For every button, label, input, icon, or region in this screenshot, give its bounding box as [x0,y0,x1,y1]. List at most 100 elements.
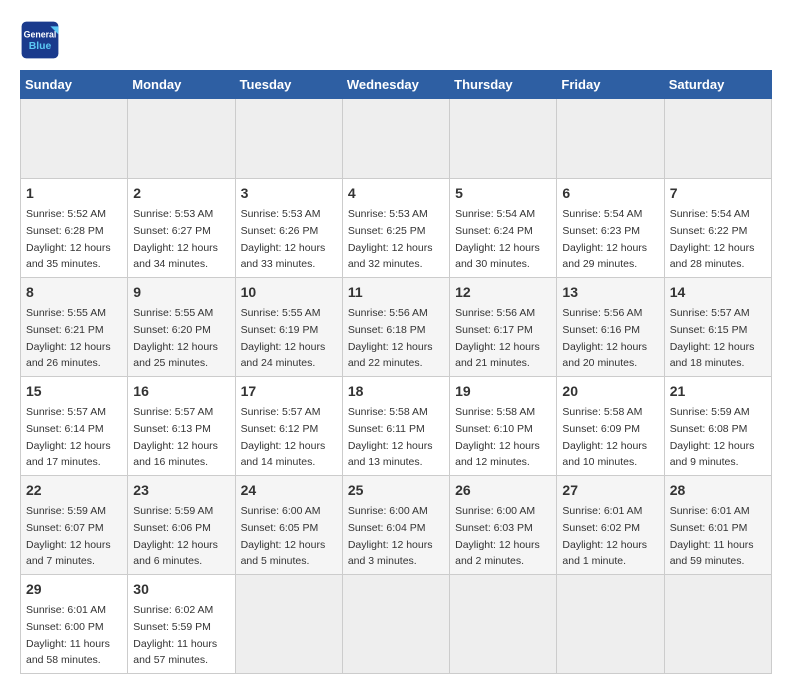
calendar-cell: 8 Sunrise: 5:55 AM Sunset: 6:21 PM Dayli… [21,278,128,377]
calendar-week-6: 29 Sunrise: 6:01 AM Sunset: 6:00 PM Dayl… [21,575,772,674]
logo-icon: General Blue [20,20,60,60]
header-day-saturday: Saturday [664,71,771,99]
daylight-text: Daylight: 12 hours and 34 minutes. [133,242,218,271]
sunset-text: Sunset: 6:17 PM [455,324,533,336]
day-number: 30 [133,579,229,600]
day-number: 9 [133,282,229,303]
header-day-wednesday: Wednesday [342,71,449,99]
day-number: 23 [133,480,229,501]
calendar-week-3: 8 Sunrise: 5:55 AM Sunset: 6:21 PM Dayli… [21,278,772,377]
sunset-text: Sunset: 6:19 PM [241,324,319,336]
sunrise-text: Sunrise: 5:57 AM [670,307,750,319]
daylight-text: Daylight: 12 hours and 1 minute. [562,539,647,568]
sunrise-text: Sunrise: 5:55 AM [241,307,321,319]
sunrise-text: Sunrise: 6:01 AM [26,604,106,616]
calendar-cell: 20 Sunrise: 5:58 AM Sunset: 6:09 PM Dayl… [557,377,664,476]
header-day-friday: Friday [557,71,664,99]
sunset-text: Sunset: 6:24 PM [455,225,533,237]
daylight-text: Daylight: 11 hours and 59 minutes. [670,539,754,568]
day-number: 6 [562,183,658,204]
day-number: 7 [670,183,766,204]
day-number: 4 [348,183,444,204]
day-number: 28 [670,480,766,501]
daylight-text: Daylight: 12 hours and 3 minutes. [348,539,433,568]
daylight-text: Daylight: 12 hours and 6 minutes. [133,539,218,568]
daylight-text: Daylight: 12 hours and 18 minutes. [670,341,755,370]
sunset-text: Sunset: 6:01 PM [670,522,748,534]
daylight-text: Daylight: 11 hours and 57 minutes. [133,638,217,667]
day-number: 18 [348,381,444,402]
calendar-cell: 25 Sunrise: 6:00 AM Sunset: 6:04 PM Dayl… [342,476,449,575]
day-number: 11 [348,282,444,303]
day-number: 21 [670,381,766,402]
day-number: 3 [241,183,337,204]
sunrise-text: Sunrise: 5:56 AM [562,307,642,319]
sunrise-text: Sunrise: 5:53 AM [348,208,428,220]
sunset-text: Sunset: 6:05 PM [241,522,319,534]
sunrise-text: Sunrise: 5:58 AM [562,406,642,418]
calendar-week-1 [21,99,772,179]
header-day-monday: Monday [128,71,235,99]
calendar-cell: 30 Sunrise: 6:02 AM Sunset: 5:59 PM Dayl… [128,575,235,674]
daylight-text: Daylight: 12 hours and 24 minutes. [241,341,326,370]
daylight-text: Daylight: 12 hours and 29 minutes. [562,242,647,271]
sunset-text: Sunset: 6:25 PM [348,225,426,237]
sunset-text: Sunset: 6:11 PM [348,423,425,435]
calendar-cell: 4 Sunrise: 5:53 AM Sunset: 6:25 PM Dayli… [342,179,449,278]
calendar-cell: 7 Sunrise: 5:54 AM Sunset: 6:22 PM Dayli… [664,179,771,278]
calendar-cell: 2 Sunrise: 5:53 AM Sunset: 6:27 PM Dayli… [128,179,235,278]
calendar-cell: 16 Sunrise: 5:57 AM Sunset: 6:13 PM Dayl… [128,377,235,476]
sunrise-text: Sunrise: 5:52 AM [26,208,106,220]
sunset-text: Sunset: 6:27 PM [133,225,211,237]
calendar-header: SundayMondayTuesdayWednesdayThursdayFrid… [21,71,772,99]
sunset-text: Sunset: 6:23 PM [562,225,640,237]
sunrise-text: Sunrise: 6:01 AM [670,505,750,517]
sunrise-text: Sunrise: 6:00 AM [455,505,535,517]
daylight-text: Daylight: 12 hours and 25 minutes. [133,341,218,370]
sunrise-text: Sunrise: 6:00 AM [348,505,428,517]
calendar-cell: 26 Sunrise: 6:00 AM Sunset: 6:03 PM Dayl… [450,476,557,575]
calendar-cell: 10 Sunrise: 5:55 AM Sunset: 6:19 PM Dayl… [235,278,342,377]
daylight-text: Daylight: 12 hours and 5 minutes. [241,539,326,568]
calendar-table: SundayMondayTuesdayWednesdayThursdayFrid… [20,70,772,674]
sunset-text: Sunset: 6:04 PM [348,522,426,534]
sunset-text: Sunset: 6:10 PM [455,423,533,435]
sunset-text: Sunset: 6:16 PM [562,324,640,336]
sunrise-text: Sunrise: 6:00 AM [241,505,321,517]
page-header: General Blue [20,20,772,60]
sunset-text: Sunset: 6:03 PM [455,522,533,534]
calendar-cell: 23 Sunrise: 5:59 AM Sunset: 6:06 PM Dayl… [128,476,235,575]
calendar-cell [235,575,342,674]
daylight-text: Daylight: 12 hours and 14 minutes. [241,440,326,469]
sunset-text: Sunset: 6:14 PM [26,423,104,435]
calendar-cell: 29 Sunrise: 6:01 AM Sunset: 6:00 PM Dayl… [21,575,128,674]
sunrise-text: Sunrise: 5:57 AM [26,406,106,418]
daylight-text: Daylight: 12 hours and 16 minutes. [133,440,218,469]
sunset-text: Sunset: 6:22 PM [670,225,748,237]
day-number: 14 [670,282,766,303]
day-number: 10 [241,282,337,303]
daylight-text: Daylight: 12 hours and 35 minutes. [26,242,111,271]
sunrise-text: Sunrise: 5:59 AM [670,406,750,418]
sunrise-text: Sunrise: 5:53 AM [241,208,321,220]
daylight-text: Daylight: 12 hours and 7 minutes. [26,539,111,568]
calendar-cell: 5 Sunrise: 5:54 AM Sunset: 6:24 PM Dayli… [450,179,557,278]
sunset-text: Sunset: 6:12 PM [241,423,319,435]
sunset-text: Sunset: 6:02 PM [562,522,640,534]
header-day-tuesday: Tuesday [235,71,342,99]
sunrise-text: Sunrise: 5:55 AM [26,307,106,319]
daylight-text: Daylight: 12 hours and 21 minutes. [455,341,540,370]
day-number: 15 [26,381,122,402]
sunset-text: Sunset: 6:21 PM [26,324,104,336]
daylight-text: Daylight: 12 hours and 28 minutes. [670,242,755,271]
calendar-cell: 22 Sunrise: 5:59 AM Sunset: 6:07 PM Dayl… [21,476,128,575]
calendar-cell: 27 Sunrise: 6:01 AM Sunset: 6:02 PM Dayl… [557,476,664,575]
sunset-text: Sunset: 6:18 PM [348,324,426,336]
day-number: 26 [455,480,551,501]
sunrise-text: Sunrise: 6:02 AM [133,604,213,616]
sunrise-text: Sunrise: 5:54 AM [562,208,642,220]
sunrise-text: Sunrise: 5:57 AM [133,406,213,418]
sunset-text: Sunset: 6:06 PM [133,522,211,534]
sunset-text: Sunset: 6:13 PM [133,423,211,435]
svg-text:Blue: Blue [29,41,52,52]
